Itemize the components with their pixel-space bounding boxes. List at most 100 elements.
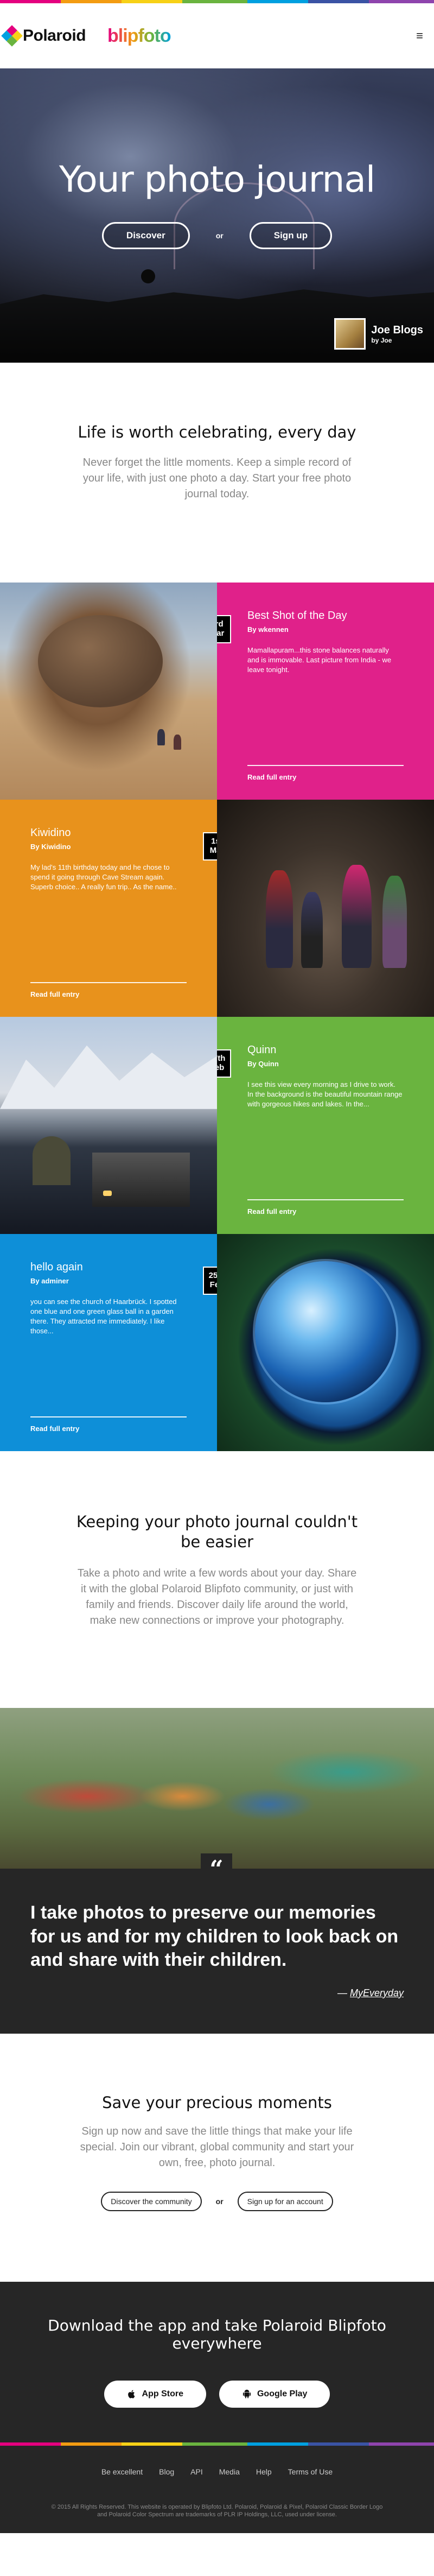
download-section: Download the app and take Polaroid Blipf… (0, 2281, 434, 2442)
date-badge: 27th Feb (217, 1049, 231, 1078)
download-title: Download the app and take Polaroid Blipf… (48, 2316, 386, 2352)
boulder-shape (38, 615, 163, 707)
intro-title: Life is worth celebrating, every day (78, 423, 356, 441)
polaroid-mark-icon (1, 25, 23, 47)
capitol-dome (33, 1136, 71, 1185)
hero-actions: Discover or Sign up (0, 222, 434, 249)
legal-text: © 2015 All Rights Reserved. This website… (51, 2503, 383, 2518)
read-full-entry-link[interactable]: Read full entry (247, 764, 404, 781)
headlight (103, 1190, 112, 1196)
entry-excerpt: I see this view every morning as I drive… (247, 1080, 403, 1109)
person-figure (301, 891, 323, 968)
footer-link-media[interactable]: Media (219, 2467, 240, 2476)
entry-author[interactable]: By Quinn (247, 1060, 404, 1068)
logos: Polaroid blipfoto (1, 25, 171, 47)
read-full-entry-link[interactable]: Read full entry (30, 982, 187, 998)
android-icon (242, 2389, 251, 2398)
truck (92, 1152, 190, 1207)
entry-excerpt: My lad's 11th birthday today and he chos… (30, 863, 177, 891)
entry-title[interactable]: Quinn (247, 1044, 404, 1056)
entry-photo-1[interactable] (0, 582, 217, 800)
easy-text: Take a photo and write a few words about… (77, 1567, 357, 1627)
person-figure (174, 734, 181, 750)
blipfoto-logo[interactable]: blipfoto (107, 26, 171, 47)
google-play-button[interactable]: Google Play (219, 2380, 330, 2408)
easy-section: Keeping your photo journal couldn't be e… (0, 1451, 434, 1708)
save-section: Save your precious moments Sign up now a… (0, 2034, 434, 2282)
read-full-entry-label[interactable]: Read full entry (247, 773, 296, 781)
easy-title: Keeping your photo journal couldn't be e… (76, 1512, 358, 1552)
footer-link-blog[interactable]: Blog (159, 2467, 174, 2476)
read-full-entry-label[interactable]: Read full entry (247, 1207, 296, 1216)
photo-credit[interactable]: Joe Blogs by Joe (334, 318, 423, 350)
or-label: or (215, 2197, 224, 2206)
attribution-dash: — (337, 1987, 350, 1998)
date-badge: 1st Mar (203, 832, 217, 860)
polaroid-logo[interactable]: Polaroid (1, 25, 86, 47)
discover-button[interactable]: Discover (101, 222, 190, 249)
date-month: Mar (217, 628, 225, 638)
footer-nav: Be excellent Blog API Media Help Terms o… (0, 2446, 434, 2503)
entry-title[interactable]: hello again (30, 1261, 187, 1274)
date-day: 27th (217, 1053, 226, 1063)
intro-section: Life is worth celebrating, every day Nev… (0, 363, 434, 583)
glass-ball (255, 1261, 396, 1402)
entry-author[interactable]: By adminer (30, 1277, 187, 1285)
entry-excerpt: you can see the church of Haarbrück. I s… (30, 1297, 177, 1336)
quote-icon: “ (201, 1853, 232, 1885)
entry-photo-4[interactable] (217, 1233, 434, 1451)
signup-button[interactable]: Sign up (249, 222, 333, 249)
or-label: or (215, 231, 224, 240)
person-figure (382, 875, 407, 968)
date-badge: 25th Feb (203, 1266, 217, 1295)
hero: Your photo journal Discover or Sign up J… (0, 68, 434, 363)
save-text: Sign up now and save the little things t… (80, 2125, 354, 2169)
kids-photo (0, 1708, 434, 1869)
apple-icon (127, 2390, 135, 2398)
blipfoto-wordmark: blipfoto (107, 25, 171, 46)
date-month: Mar (209, 845, 217, 855)
discover-community-button[interactable]: Discover the community (101, 2191, 202, 2211)
save-actions: Discover the community or Sign up for an… (76, 2191, 358, 2211)
testimonial: “ I take photos to preserve our memories… (0, 1853, 434, 2034)
mountains (0, 1045, 217, 1109)
signup-account-button[interactable]: Sign up for an account (237, 2191, 333, 2211)
app-store-button[interactable]: App Store (104, 2380, 206, 2408)
entry-photo-3[interactable] (0, 1016, 217, 1234)
google-play-label: Google Play (257, 2389, 308, 2398)
save-title: Save your precious moments (102, 2093, 332, 2112)
entry-title[interactable]: Best Shot of the Day (247, 610, 404, 622)
entry-photo-2[interactable] (217, 799, 434, 1017)
date-day: 25th (208, 1270, 217, 1280)
read-full-entry-label[interactable]: Read full entry (30, 990, 79, 998)
entry-card-4: 25th Feb hello again By adminer you can … (0, 1233, 217, 1451)
entry-excerpt: Mamallapuram...this stone balances natur… (247, 645, 392, 674)
polaroid-wordmark: Polaroid (23, 27, 86, 45)
hero-tree (141, 269, 155, 283)
entry-author[interactable]: By Kiwidino (30, 843, 187, 851)
footer-link-terms[interactable]: Terms of Use (288, 2467, 333, 2476)
read-full-entry-link[interactable]: Read full entry (30, 1416, 187, 1433)
journal-entries-grid: 3rd Mar Best Shot of the Day By wkennen … (0, 582, 434, 1451)
avatar[interactable] (334, 318, 366, 350)
entry-author[interactable]: By wkennen (247, 625, 404, 634)
testimonial-quote: I take photos to preserve our memories f… (30, 1902, 399, 1971)
footer-link-be-excellent[interactable]: Be excellent (101, 2467, 143, 2476)
hamburger-icon[interactable]: ≡ (416, 29, 423, 43)
app-store-label: App Store (142, 2389, 183, 2398)
person-figure (342, 864, 372, 968)
entry-title[interactable]: Kiwidino (30, 827, 187, 839)
read-full-entry-link[interactable]: Read full entry (247, 1199, 404, 1216)
entry-card-1: 3rd Mar Best Shot of the Day By wkennen … (217, 582, 434, 800)
person-figure (266, 870, 293, 968)
testimonial-attribution: — MyEveryday (30, 1988, 404, 1999)
site-header: Polaroid blipfoto ≡ (0, 3, 434, 68)
credit-name[interactable]: Joe Blogs (371, 324, 423, 337)
footer-link-api[interactable]: API (190, 2467, 203, 2476)
entry-card-3: 27th Feb Quinn By Quinn I see this view … (217, 1016, 434, 1234)
store-actions: App Store Google Play (22, 2380, 412, 2408)
footer-link-help[interactable]: Help (256, 2467, 272, 2476)
read-full-entry-label[interactable]: Read full entry (30, 1425, 79, 1433)
attribution-link[interactable]: MyEveryday (350, 1988, 404, 1998)
hero-title: Your photo journal (59, 159, 375, 200)
